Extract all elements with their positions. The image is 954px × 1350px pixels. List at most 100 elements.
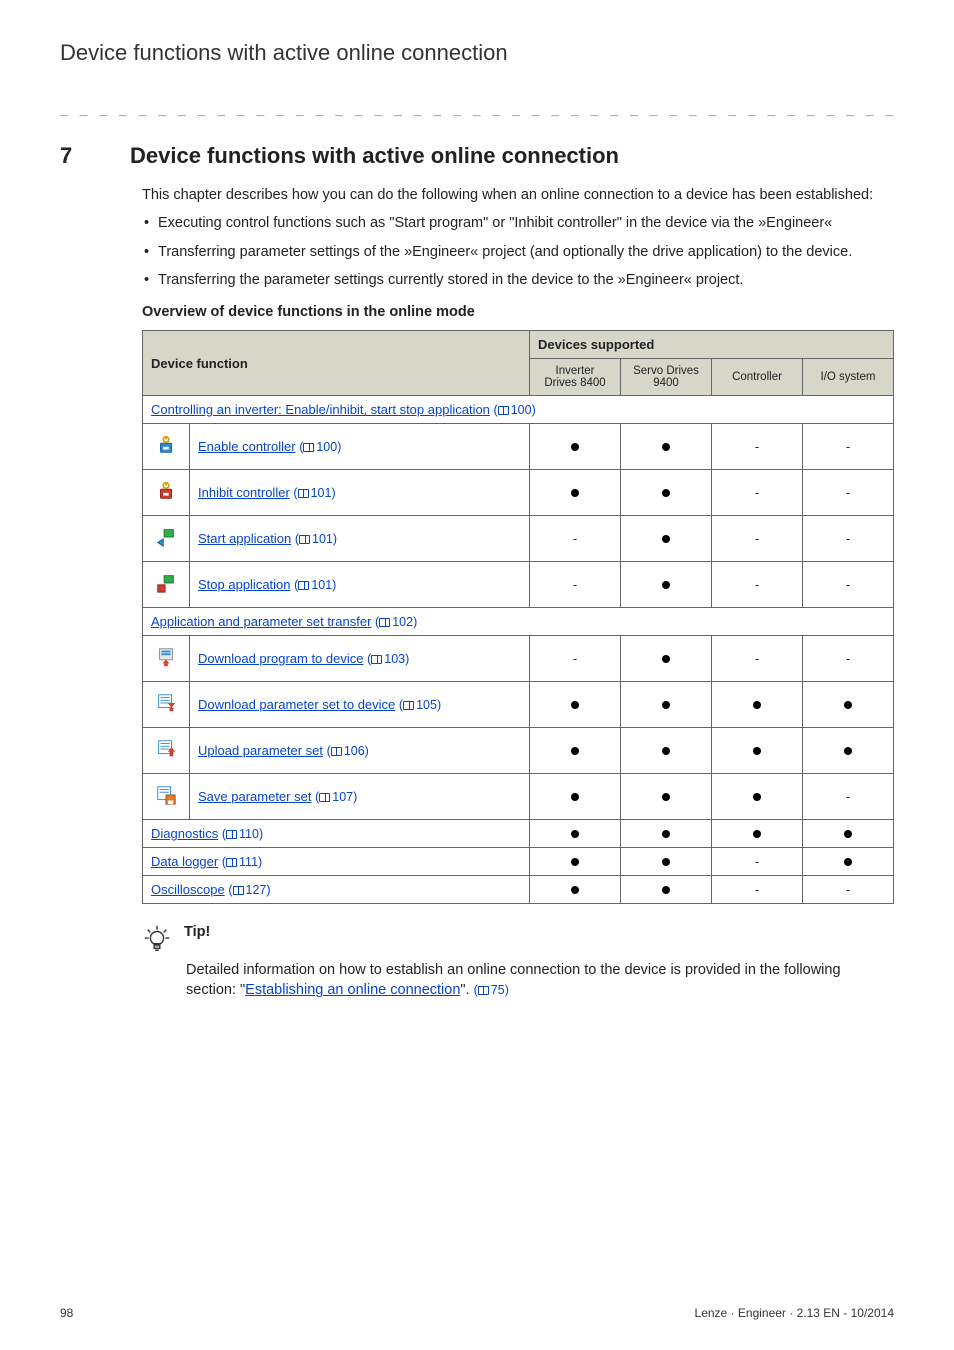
- enable-controller-icon: [143, 424, 190, 470]
- table-row: Start application (101) - - -: [143, 516, 894, 562]
- support-cell: [621, 728, 712, 774]
- row-link[interactable]: Save parameter set: [198, 789, 311, 804]
- col-io-system: I/O system: [803, 359, 894, 396]
- table-row: Stop application (101) - - -: [143, 562, 894, 608]
- col-devices-supported: Devices supported: [530, 331, 894, 359]
- tip-label: Tip!: [184, 924, 210, 940]
- support-cell: -: [712, 636, 803, 682]
- page-ref[interactable]: (127): [228, 883, 270, 897]
- tip-block: Tip!: [142, 924, 894, 954]
- support-cell: [712, 728, 803, 774]
- table-row: Data logger (111) -: [143, 848, 894, 876]
- support-cell: [803, 820, 894, 848]
- support-cell: [530, 848, 621, 876]
- support-cell: [530, 820, 621, 848]
- page-ref[interactable]: (110): [222, 827, 263, 841]
- overview-heading: Overview of device functions in the onli…: [142, 304, 894, 320]
- book-icon: [478, 986, 489, 995]
- page-ref[interactable]: (101): [293, 486, 335, 500]
- book-icon: [331, 747, 342, 756]
- support-cell: -: [530, 636, 621, 682]
- row-link[interactable]: Stop application: [198, 577, 291, 592]
- table-group-header: Application and parameter set transfer (…: [143, 608, 894, 636]
- book-icon: [319, 793, 330, 802]
- tip-body: Detailed information on how to establish…: [186, 960, 894, 1001]
- page-ref[interactable]: (103): [367, 652, 409, 666]
- support-cell: [621, 636, 712, 682]
- section-number: 7: [60, 143, 80, 169]
- support-cell: [621, 820, 712, 848]
- download-program-icon: [143, 636, 190, 682]
- book-icon: [298, 489, 309, 498]
- list-item: Transferring the parameter settings curr…: [142, 270, 894, 290]
- table-row: Download parameter set to device (105): [143, 682, 894, 728]
- start-application-icon: [143, 516, 190, 562]
- page-ref[interactable]: (101): [295, 532, 337, 546]
- page-ref[interactable]: (105): [399, 698, 441, 712]
- page-ref[interactable]: (100): [299, 440, 341, 454]
- section-heading: 7 Device functions with active online co…: [60, 143, 894, 169]
- support-cell: -: [803, 636, 894, 682]
- support-cell: -: [803, 470, 894, 516]
- support-cell: -: [712, 848, 803, 876]
- support-cell: [621, 774, 712, 820]
- support-cell: [621, 470, 712, 516]
- support-cell: -: [712, 876, 803, 904]
- page-ref[interactable]: (111): [222, 855, 262, 869]
- group-link[interactable]: Controlling an inverter: Enable/inhibit,…: [151, 402, 490, 417]
- col-inverter-8400: Inverter Drives 8400: [530, 359, 621, 396]
- support-cell: -: [530, 516, 621, 562]
- support-cell: [621, 516, 712, 562]
- book-icon: [303, 443, 314, 452]
- page-ref[interactable]: (101): [294, 578, 336, 592]
- row-link[interactable]: Start application: [198, 531, 291, 546]
- page-ref[interactable]: (100): [494, 403, 536, 417]
- support-cell: [712, 682, 803, 728]
- page-number: 98: [60, 1306, 73, 1320]
- row-link[interactable]: Diagnostics: [151, 826, 218, 841]
- book-icon: [379, 618, 390, 627]
- support-cell: [803, 682, 894, 728]
- book-icon: [298, 581, 309, 590]
- row-link[interactable]: Data logger: [151, 854, 218, 869]
- row-link[interactable]: Upload parameter set: [198, 743, 323, 758]
- row-link[interactable]: Download program to device: [198, 651, 363, 666]
- page-ref[interactable]: (107): [315, 790, 357, 804]
- support-cell: [712, 774, 803, 820]
- book-icon: [371, 655, 382, 664]
- running-header: Device functions with active online conn…: [60, 40, 894, 66]
- support-cell: [530, 728, 621, 774]
- book-icon: [498, 406, 509, 415]
- support-cell: -: [803, 516, 894, 562]
- support-cell: [621, 424, 712, 470]
- support-cell: [530, 424, 621, 470]
- dashed-separator: _ _ _ _ _ _ _ _ _ _ _ _ _ _ _ _ _ _ _ _ …: [60, 102, 894, 117]
- table-row: Oscilloscope (127) - -: [143, 876, 894, 904]
- intro-paragraph: This chapter describes how you can do th…: [142, 185, 894, 205]
- page-ref[interactable]: (106): [327, 744, 369, 758]
- page-ref[interactable]: (75): [474, 983, 509, 997]
- inhibit-controller-icon: [143, 470, 190, 516]
- lightbulb-icon: [142, 924, 172, 954]
- tip-link[interactable]: Establishing an online connection: [245, 982, 460, 998]
- section-title: Device functions with active online conn…: [130, 143, 619, 169]
- save-paramset-icon: [143, 774, 190, 820]
- book-icon: [299, 535, 310, 544]
- row-link[interactable]: Inhibit controller: [198, 485, 290, 500]
- support-cell: -: [803, 876, 894, 904]
- support-cell: -: [530, 562, 621, 608]
- stop-application-icon: [143, 562, 190, 608]
- row-link[interactable]: Download parameter set to device: [198, 697, 395, 712]
- row-link[interactable]: Oscilloscope: [151, 882, 225, 897]
- doc-id: Lenze · Engineer · 2.13 EN - 10/2014: [695, 1306, 894, 1320]
- support-cell: [621, 876, 712, 904]
- support-cell: [621, 562, 712, 608]
- table-row: Save parameter set (107) -: [143, 774, 894, 820]
- group-link[interactable]: Application and parameter set transfer: [151, 614, 371, 629]
- col-controller: Controller: [712, 359, 803, 396]
- list-item: Transferring parameter settings of the »…: [142, 242, 894, 262]
- row-link[interactable]: Enable controller: [198, 439, 296, 454]
- support-cell: [621, 682, 712, 728]
- table-row: Inhibit controller (101) - -: [143, 470, 894, 516]
- page-ref[interactable]: (102): [375, 615, 417, 629]
